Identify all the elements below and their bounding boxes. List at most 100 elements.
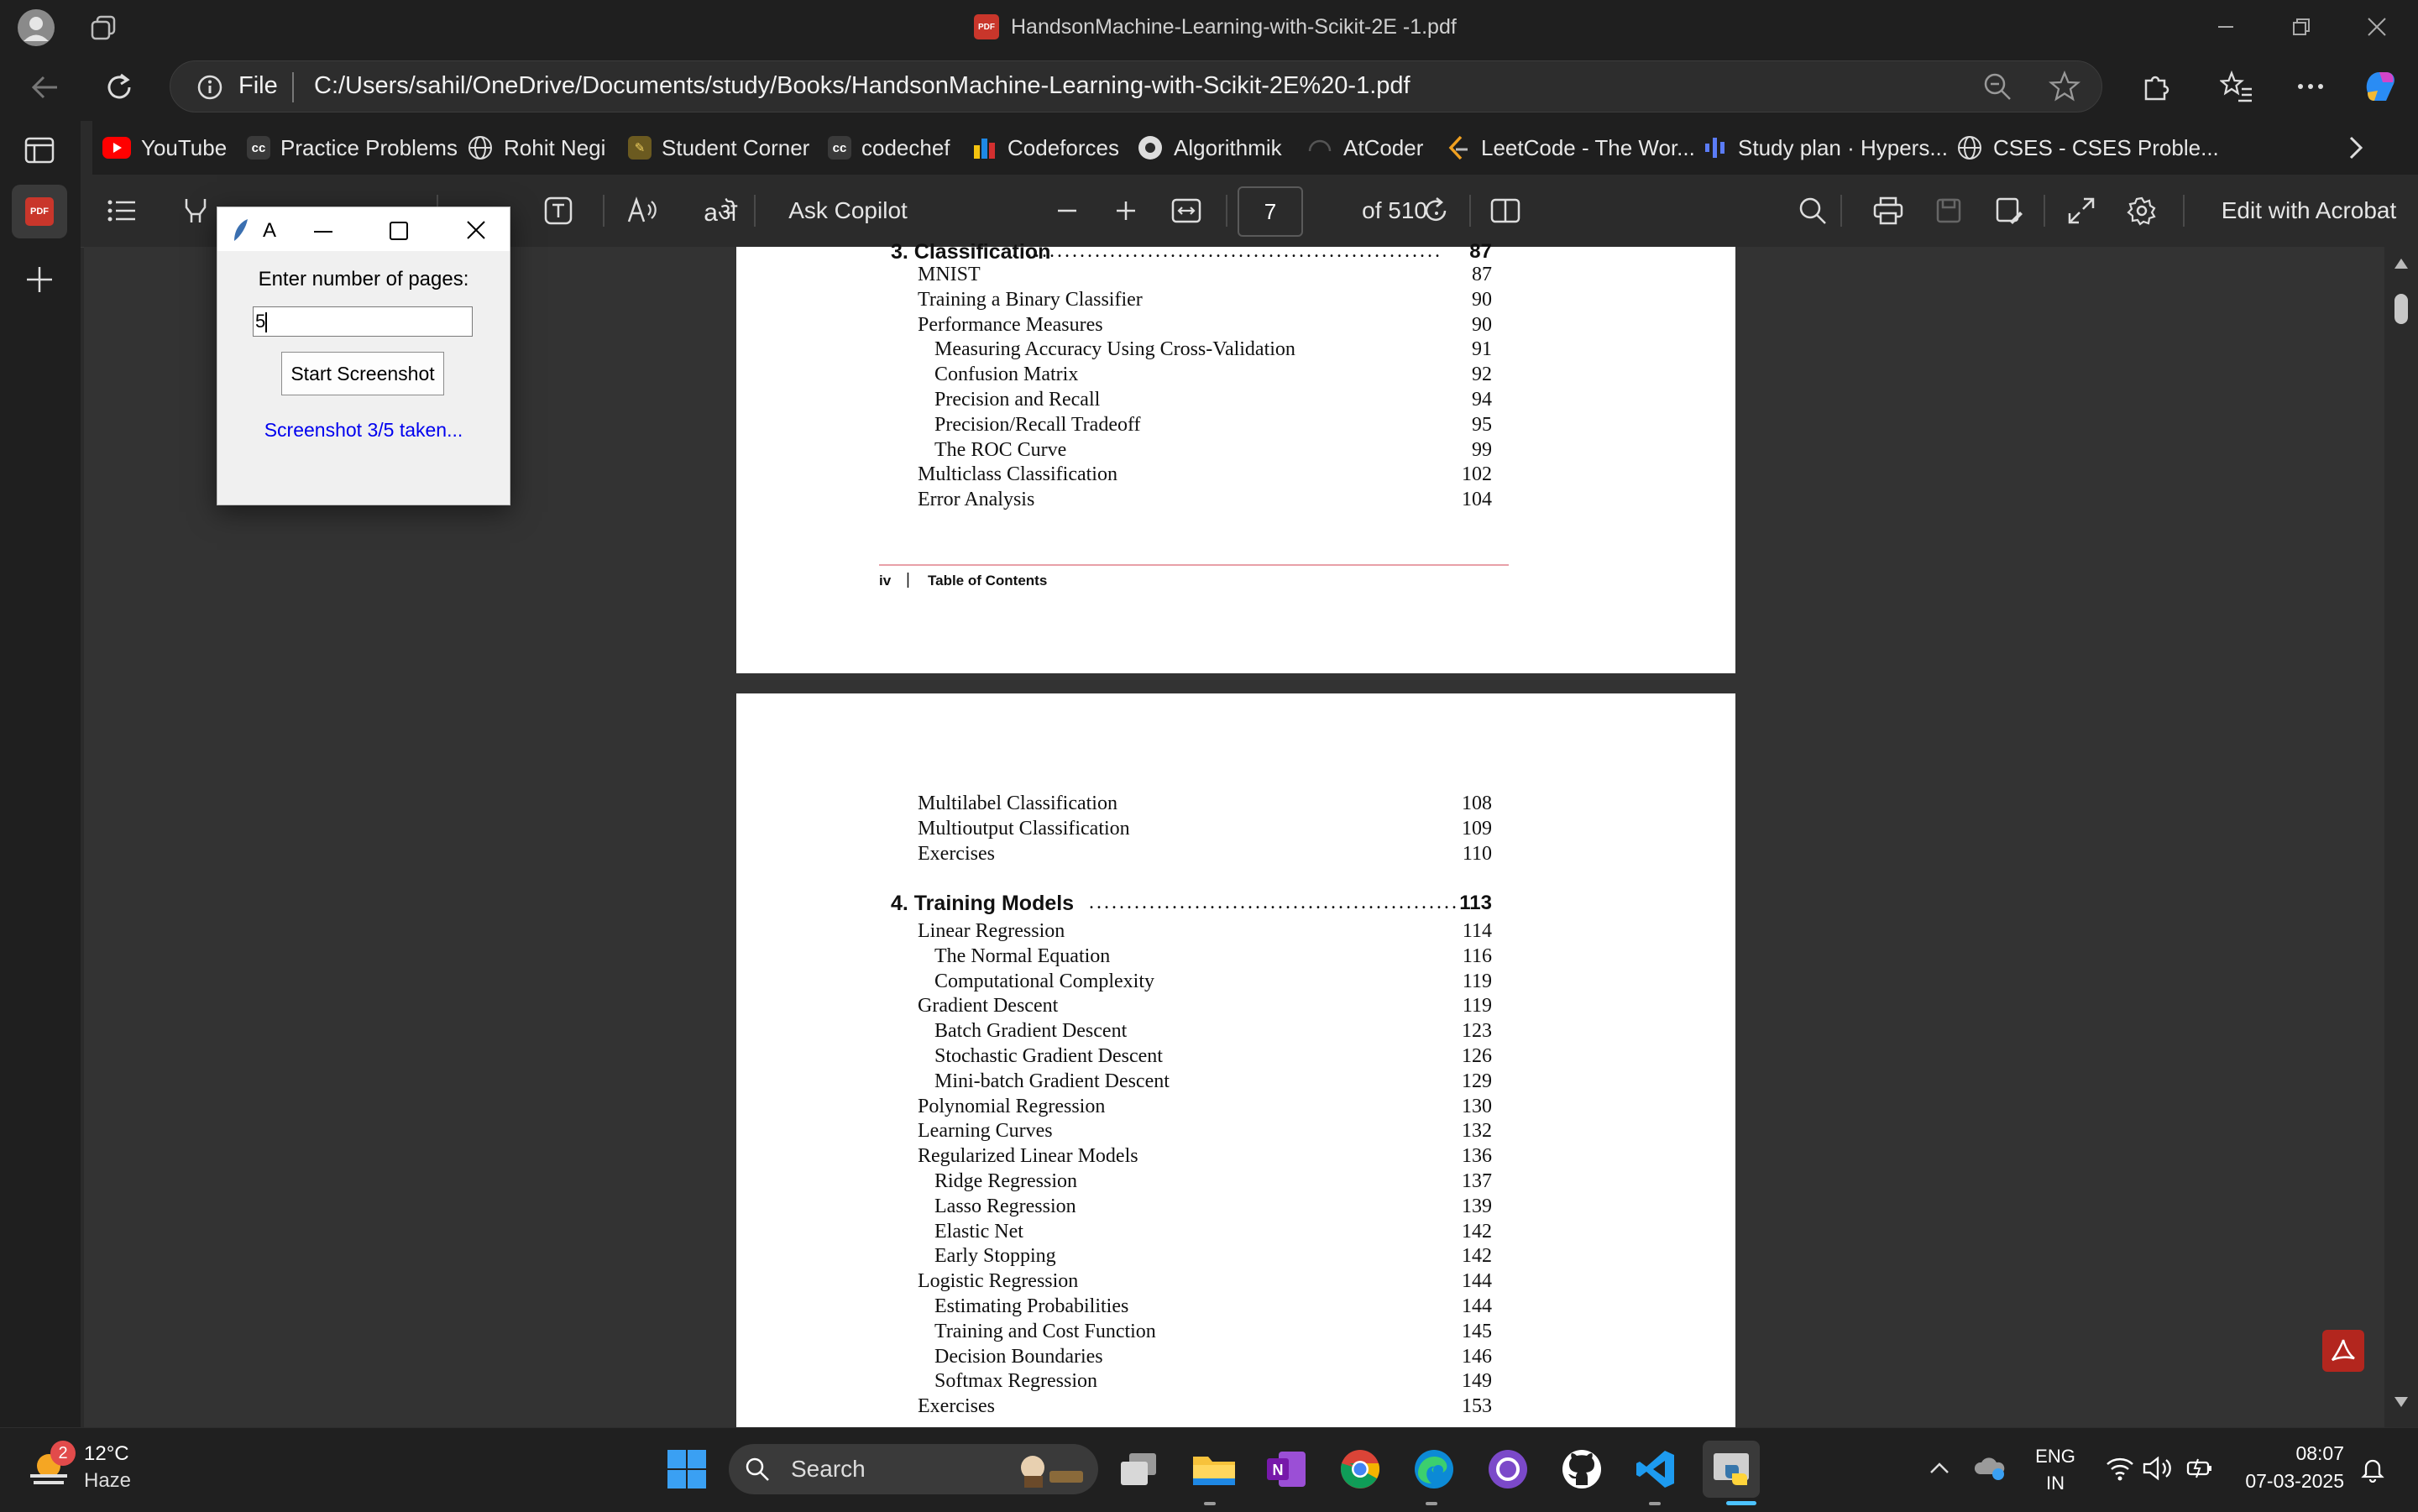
- fullscreen-icon[interactable]: [2060, 175, 2102, 247]
- print-icon[interactable]: [1867, 175, 1909, 247]
- start-windows-icon[interactable]: [658, 1441, 715, 1498]
- bookmark-codeforces[interactable]: Codeforces: [972, 121, 1119, 175]
- start-screenshot-button[interactable]: Start Screenshot: [281, 352, 444, 395]
- clock[interactable]: 08:07 07-03-2025: [2230, 1442, 2344, 1493]
- workspaces-icon[interactable]: [89, 13, 118, 42]
- hyperskill-icon: [1703, 135, 1728, 160]
- bookmark-cses[interactable]: CSES - CSES Proble...: [1956, 121, 2219, 175]
- footer-rule: [879, 564, 1509, 566]
- translate-icon[interactable]: aऄ: [697, 175, 744, 247]
- fit-width-icon[interactable]: [1165, 175, 1207, 247]
- save-as-icon[interactable]: [1988, 175, 2030, 247]
- pages-count-input[interactable]: 5: [253, 306, 473, 337]
- add-text-icon[interactable]: [537, 175, 579, 247]
- active-pdf-tab[interactable]: PDF: [12, 185, 67, 238]
- favorites-icon[interactable]: [2220, 71, 2253, 102]
- language-indicator[interactable]: ENG IN: [2030, 1446, 2080, 1494]
- dialog-minimize-button[interactable]: [298, 219, 348, 244]
- language-code: ENG: [2035, 1446, 2075, 1467]
- volume-icon[interactable]: [2143, 1456, 2175, 1481]
- zoom-out-button[interactable]: [1046, 175, 1088, 247]
- toc-entry-page: 92: [1472, 364, 1492, 386]
- zoom-in-button[interactable]: [1105, 175, 1147, 247]
- show-hidden-icons-chevron-icon[interactable]: [1928, 1456, 1951, 1481]
- wifi-icon[interactable]: [2106, 1456, 2134, 1481]
- bookmark-algorithmik[interactable]: Algorithmik: [1137, 121, 1282, 175]
- bookmark-rohit-negi[interactable]: Rohit Negi: [467, 121, 605, 175]
- bookmark-leetcode[interactable]: LeetCode - The Wor...: [1446, 121, 1695, 175]
- file-explorer-icon[interactable]: [1185, 1441, 1243, 1498]
- url-text[interactable]: C:/Users/sahil/OneDrive/Documents/study/…: [314, 72, 1410, 100]
- bookmark-practice-problems[interactable]: cc Practice Problems: [247, 121, 458, 175]
- page-number-input[interactable]: 7: [1238, 186, 1303, 237]
- edit-with-acrobat-button[interactable]: Edit with Acrobat: [2200, 175, 2418, 247]
- dialog-close-button[interactable]: [451, 216, 501, 244]
- back-arrow-icon[interactable]: [29, 71, 62, 104]
- zoom-out-icon[interactable]: [1981, 71, 2013, 102]
- restore-button[interactable]: [2264, 0, 2339, 54]
- settings-gear-icon[interactable]: [2121, 175, 2163, 247]
- scroll-down-arrow-icon[interactable]: [2393, 1395, 2410, 1409]
- python-tkinter-app-icon[interactable]: [1703, 1441, 1760, 1498]
- bookmarks-overflow-chevron-icon[interactable]: [2346, 121, 2366, 175]
- toc-entry-title: The Normal Equation: [934, 944, 1111, 967]
- save-icon[interactable]: [1928, 175, 1970, 247]
- bookmark-youtube[interactable]: YouTube: [102, 121, 227, 175]
- taskbar-search-label: Search: [791, 1456, 866, 1482]
- rotate-icon[interactable]: [1416, 175, 1458, 247]
- chrome-icon[interactable]: [1332, 1441, 1389, 1498]
- page-view-icon[interactable]: [1484, 175, 1526, 247]
- task-view-icon[interactable]: [1110, 1441, 1167, 1498]
- github-desktop-icon[interactable]: [1479, 1441, 1536, 1498]
- weather-temp: 12°C: [84, 1442, 129, 1465]
- vscode-icon[interactable]: [1627, 1441, 1684, 1498]
- bookmark-study-plan[interactable]: Study plan · Hypers...: [1703, 121, 1948, 175]
- active-app-indicator: [1726, 1501, 1756, 1505]
- bookmark-atcoder[interactable]: AtCoder: [1306, 121, 1423, 175]
- info-icon[interactable]: [196, 74, 223, 101]
- search-icon[interactable]: [1792, 175, 1834, 247]
- minimize-button[interactable]: [2188, 0, 2264, 54]
- dialog-title-bar: A: [217, 207, 510, 251]
- contents-list-icon[interactable]: [101, 175, 143, 247]
- toc-entry-page: 130: [1462, 1095, 1492, 1117]
- read-aloud-icon[interactable]: [621, 175, 663, 247]
- edge-icon[interactable]: [1405, 1441, 1463, 1498]
- window-title: PDF HandsonMachine-Learning-with-Scikit-…: [974, 0, 1457, 54]
- extensions-icon[interactable]: [2139, 71, 2171, 102]
- profile-avatar-icon[interactable]: [17, 8, 55, 47]
- onedrive-sync-icon[interactable]: [1973, 1452, 2007, 1483]
- bookmark-codechef[interactable]: cc codechef: [828, 121, 950, 175]
- refresh-icon[interactable]: [102, 71, 136, 104]
- scroll-up-arrow-icon[interactable]: [2393, 257, 2410, 270]
- highlight-icon[interactable]: [175, 175, 217, 247]
- taskbar-search-box[interactable]: Search: [729, 1444, 1098, 1494]
- feather-icon: [231, 217, 249, 243]
- title-bar: PDF HandsonMachine-Learning-with-Scikit-…: [0, 0, 2418, 54]
- ask-copilot-button[interactable]: Ask Copilot: [781, 175, 915, 247]
- chapter-page: 113: [1459, 892, 1492, 914]
- toolbar-divider: [754, 195, 756, 227]
- text-cursor: [265, 312, 268, 333]
- close-window-button[interactable]: [2339, 0, 2415, 54]
- dialog-maximize-button[interactable]: [374, 217, 424, 244]
- onenote-icon[interactable]: N: [1258, 1441, 1315, 1498]
- favorite-star-icon[interactable]: [2049, 71, 2080, 102]
- copilot-icon[interactable]: [2361, 67, 2400, 106]
- vertical-scrollbar[interactable]: [2384, 247, 2418, 1427]
- codechef-cc-icon: cc: [828, 136, 851, 160]
- battery-icon[interactable]: [2185, 1456, 2215, 1481]
- toc-entry-page: 99: [1472, 438, 1492, 461]
- notifications-icon[interactable]: [2359, 1456, 2386, 1483]
- github-icon[interactable]: [1553, 1441, 1610, 1498]
- new-tab-plus-icon[interactable]: [24, 264, 55, 296]
- acrobat-icon[interactable]: [2322, 1330, 2364, 1372]
- more-menu-icon[interactable]: [2294, 71, 2327, 102]
- bookmark-label: Algorithmik: [1174, 134, 1282, 160]
- bookmark-student-corner[interactable]: ✎ Student Corner: [628, 121, 809, 175]
- scheme-label: File: [238, 72, 278, 99]
- algorithmik-icon: [1137, 134, 1164, 161]
- tab-actions-icon[interactable]: [24, 136, 55, 165]
- toc-entry-title: Exercises: [918, 1395, 995, 1418]
- scroll-thumb[interactable]: [2394, 294, 2408, 324]
